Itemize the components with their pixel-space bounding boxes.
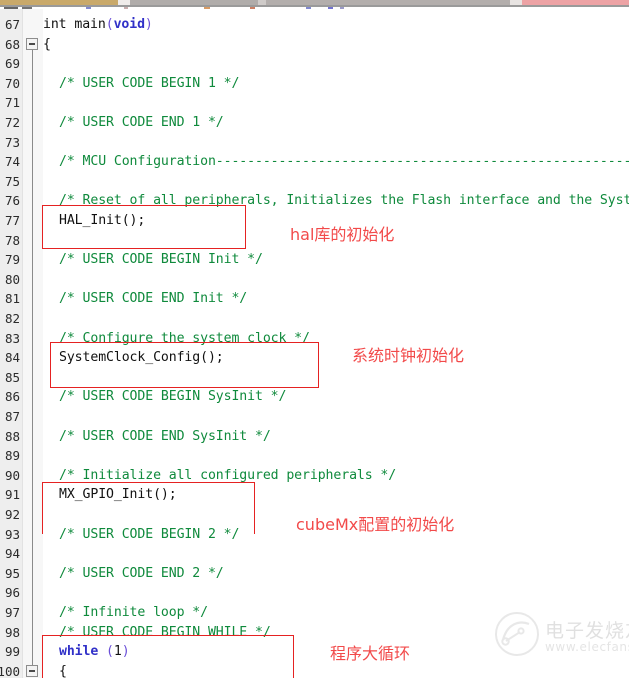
line-number: 95: [4, 565, 20, 581]
line-number: 99: [4, 644, 20, 660]
toolbar-strip: [0, 0, 629, 9]
code-token-plain: SystemClock_Config();: [59, 350, 224, 366]
code-token-comment: /* Initialize all configured peripherals…: [59, 467, 397, 483]
note-mainloop: 程序大循环: [330, 644, 411, 663]
line-number: 67: [4, 17, 20, 32]
line-number: 75: [4, 173, 20, 189]
code-token-plain: int: [43, 17, 75, 32]
line-number: 81: [4, 291, 20, 307]
line-number: 74: [4, 154, 20, 170]
line-number: 91: [4, 487, 20, 503]
line-number: 82: [4, 311, 20, 326]
code-token-comment: /* USER CODE BEGIN 1 */: [59, 75, 240, 91]
code-token-comment: /* USER CODE END 2 */: [59, 565, 224, 581]
fold-guide-line: [32, 48, 33, 666]
code-token-keyword: void: [113, 17, 145, 32]
code-token-comment: /* MCU Configuration--------------------…: [59, 154, 629, 170]
code-token-keyword: while: [59, 644, 99, 660]
code-line[interactable]: /* USER CODE BEGIN WHILE */: [59, 623, 271, 643]
code-line[interactable]: /* USER CODE BEGIN SysInit */: [59, 387, 286, 407]
line-number: 93: [4, 526, 20, 542]
line-number: 90: [4, 467, 20, 483]
line-number-gutter: 67 68 69 70 71 72 73 74 75 76 77 78 79 80 81 82 83 84 85 86…: [0, 9, 23, 678]
code-folding-margin[interactable]: [23, 9, 43, 678]
code-line[interactable]: /* USER CODE BEGIN 1 */: [59, 74, 239, 94]
line-number: 71: [4, 95, 20, 111]
code-line[interactable]: /* USER CODE BEGIN 2 */: [59, 525, 239, 545]
code-token-comment: /* Reset of all peripherals, Initializes…: [59, 193, 629, 209]
code-token-plain: HAL_Init();: [59, 213, 146, 228]
note-hal: hal库的初始化: [290, 225, 395, 244]
line-number: 84: [4, 350, 20, 366]
code-token-plain: 1: [113, 644, 122, 660]
fold-toggle-line-100[interactable]: [26, 664, 38, 677]
code-token-comment: /* Infinite loop */: [59, 605, 208, 620]
editor-pane[interactable]: 67 68 69 70 71 72 73 74 75 76 77 78 79 80 81 82 83 84 85 86…: [0, 9, 629, 678]
code-line[interactable]: HAL_Init();: [59, 211, 145, 231]
line-number: 73: [4, 134, 20, 150]
code-line[interactable]: int main(void): [43, 15, 153, 35]
note-cubemx: cubeMx配置的初始化: [296, 515, 455, 534]
code-line[interactable]: /* Configure the system clock */: [59, 329, 310, 349]
line-number: 77: [4, 213, 20, 228]
line-number: 68: [4, 36, 20, 52]
line-number: 85: [4, 369, 20, 385]
code-line[interactable]: /* MCU Configuration--------------------…: [59, 152, 629, 172]
code-line[interactable]: /* USER CODE END SysInit */: [59, 427, 271, 447]
code-token-comment: /* USER CODE BEGIN SysInit */: [59, 389, 287, 405]
line-number: 88: [4, 428, 20, 444]
fold-toggle-line-68[interactable]: [26, 37, 38, 50]
line-number: 86: [4, 389, 20, 405]
line-number: 96: [4, 585, 20, 601]
code-token-paren: ): [121, 644, 130, 660]
code-line[interactable]: /* Infinite loop */: [59, 603, 208, 623]
line-number: 83: [4, 330, 20, 346]
line-number: 70: [4, 75, 20, 91]
line-number: 76: [4, 193, 20, 209]
code-token-comment: /* USER CODE BEGIN WHILE */: [59, 624, 271, 640]
code-line[interactable]: /* USER CODE END 1 */: [59, 113, 224, 133]
code-token-plain: MX_GPIO_Init();: [59, 487, 177, 503]
code-line[interactable]: while (1): [59, 642, 130, 662]
code-line[interactable]: /* USER CODE BEGIN Init */: [59, 250, 263, 270]
line-number: 69: [4, 56, 20, 72]
line-number: 78: [4, 232, 20, 248]
code-line[interactable]: /* USER CODE END 2 */: [59, 564, 224, 584]
code-token-comment: /* USER CODE BEGIN 2 */: [59, 526, 240, 542]
line-number: 72: [4, 115, 20, 130]
line-number: 94: [4, 546, 20, 562]
code-line[interactable]: /* Reset of all peripherals, Initializes…: [59, 191, 629, 211]
code-token-comment: /* USER CODE END Init */: [59, 291, 248, 307]
code-line[interactable]: {: [43, 35, 51, 55]
code-line[interactable]: /* Initialize all configured peripherals…: [59, 466, 396, 486]
code-token-comment: /* USER CODE BEGIN Init */: [59, 252, 263, 268]
code-token-plain: {: [43, 36, 51, 52]
code-text-area[interactable]: int main(void){/* USER CODE BEGIN 1 *//*…: [43, 9, 629, 678]
line-number: 89: [4, 448, 20, 464]
code-line[interactable]: /* USER CODE END Init */: [59, 289, 247, 309]
code-token-paren: (: [106, 644, 114, 660]
line-number: 92: [4, 507, 20, 522]
code-token-plain: main: [74, 17, 106, 32]
code-line[interactable]: {: [59, 662, 67, 678]
code-editor-screenshot: 67 68 69 70 71 72 73 74 75 76 77 78 79 80 81 82 83 84 85 86…: [0, 0, 629, 678]
code-line[interactable]: MX_GPIO_Init();: [59, 485, 177, 505]
line-number: 100: [0, 663, 20, 678]
line-number: 79: [4, 252, 20, 268]
note-sysclock: 系统时钟初始化: [352, 346, 465, 365]
line-number: 98: [4, 624, 20, 640]
line-number: 87: [4, 409, 20, 424]
code-line[interactable]: SystemClock_Config();: [59, 348, 224, 368]
code-token-plain: {: [59, 663, 67, 678]
code-token-comment: /* USER CODE END 1 */: [59, 115, 224, 130]
code-token-comment: /* USER CODE END SysInit */: [59, 428, 271, 444]
line-number: 80: [4, 271, 20, 287]
code-token-comment: /* Configure the system clock */: [59, 330, 310, 346]
code-token-paren: ): [144, 17, 153, 32]
line-number: 97: [4, 605, 20, 620]
code-token-paren: (: [105, 17, 114, 32]
